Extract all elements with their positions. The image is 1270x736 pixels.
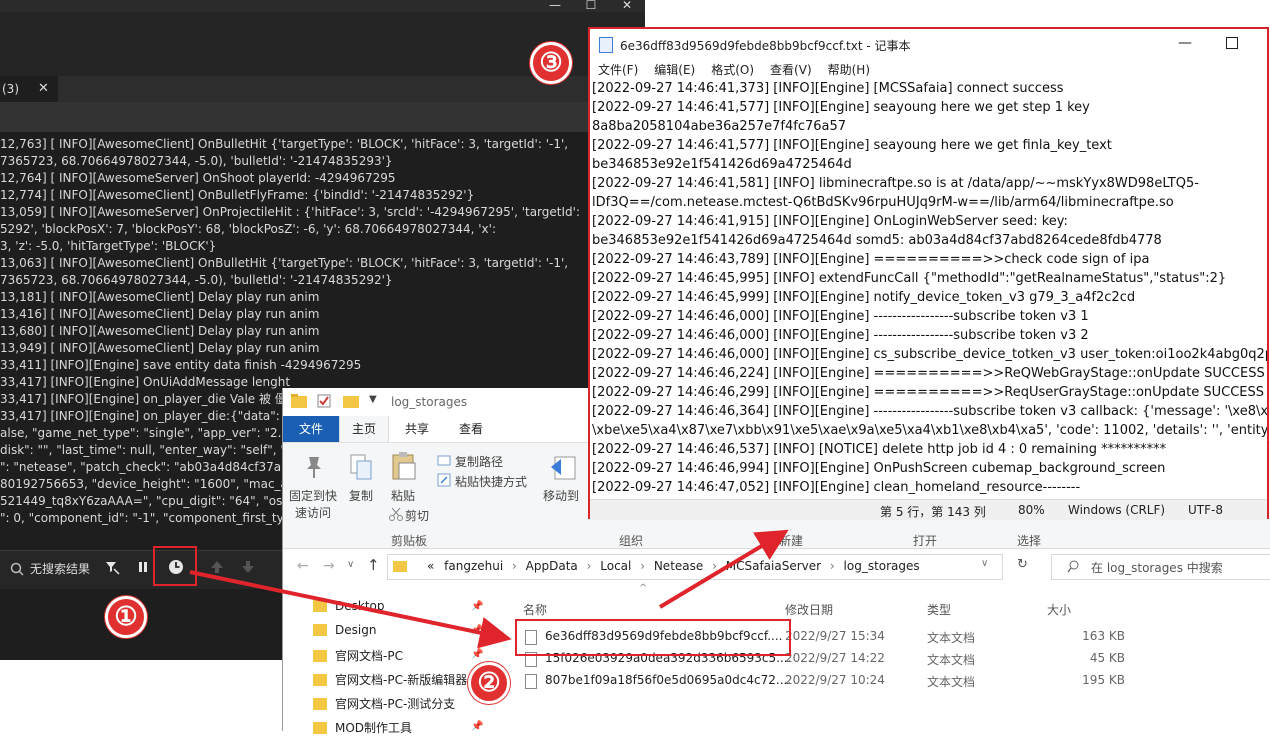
arrow-to-file xyxy=(189,570,512,649)
step-badge-3: ③ xyxy=(530,42,572,84)
arrow-to-notepad xyxy=(658,529,789,609)
step-badge-1: ① xyxy=(105,596,147,638)
step-badge-2: ② xyxy=(468,662,510,704)
annotation-arrows xyxy=(189,529,789,649)
